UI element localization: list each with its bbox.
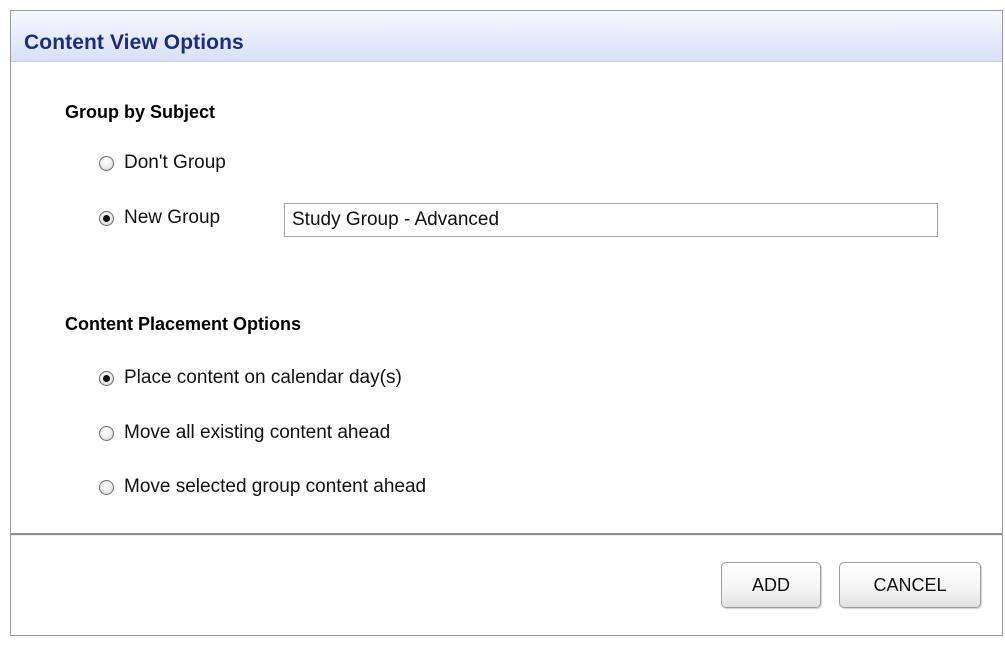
dialog-title: Content View Options: [24, 31, 244, 54]
radio-option-new-group[interactable]: New Group: [99, 207, 220, 229]
radio-option-move-all-ahead[interactable]: Move all existing content ahead: [99, 422, 390, 444]
content-view-options-dialog: Content View Options Group by Subject Do…: [10, 10, 1003, 636]
radio-button-new-group[interactable]: [99, 210, 114, 226]
radio-button-place-on-calendar[interactable]: [99, 370, 114, 386]
dialog-titlebar: Content View Options: [11, 11, 1002, 62]
group-by-subject-heading: Group by Subject: [65, 102, 216, 122]
radio-button-move-all-ahead[interactable]: [99, 425, 114, 441]
radio-label-move-selected-ahead: Move selected group content ahead: [124, 476, 427, 497]
radio-option-move-selected-ahead[interactable]: Move selected group content ahead: [99, 476, 426, 498]
radio-option-dont-group[interactable]: Don't Group: [99, 152, 226, 174]
content-placement-heading: Content Placement Options: [65, 314, 302, 334]
radio-label-move-all-ahead: Move all existing content ahead: [124, 422, 391, 443]
radio-option-place-on-calendar[interactable]: Place content on calendar day(s): [99, 367, 402, 389]
footer-divider: [11, 533, 1002, 536]
new-group-name-input[interactable]: [284, 203, 938, 237]
radio-label-dont-group: Don't Group: [124, 152, 226, 173]
cancel-button[interactable]: CANCEL: [839, 562, 981, 608]
radio-label-place-on-calendar: Place content on calendar day(s): [124, 367, 402, 388]
radio-label-new-group: New Group: [124, 207, 221, 228]
radio-button-dont-group[interactable]: [99, 155, 114, 171]
add-button[interactable]: ADD: [721, 562, 821, 608]
radio-button-move-selected-ahead[interactable]: [99, 479, 114, 495]
